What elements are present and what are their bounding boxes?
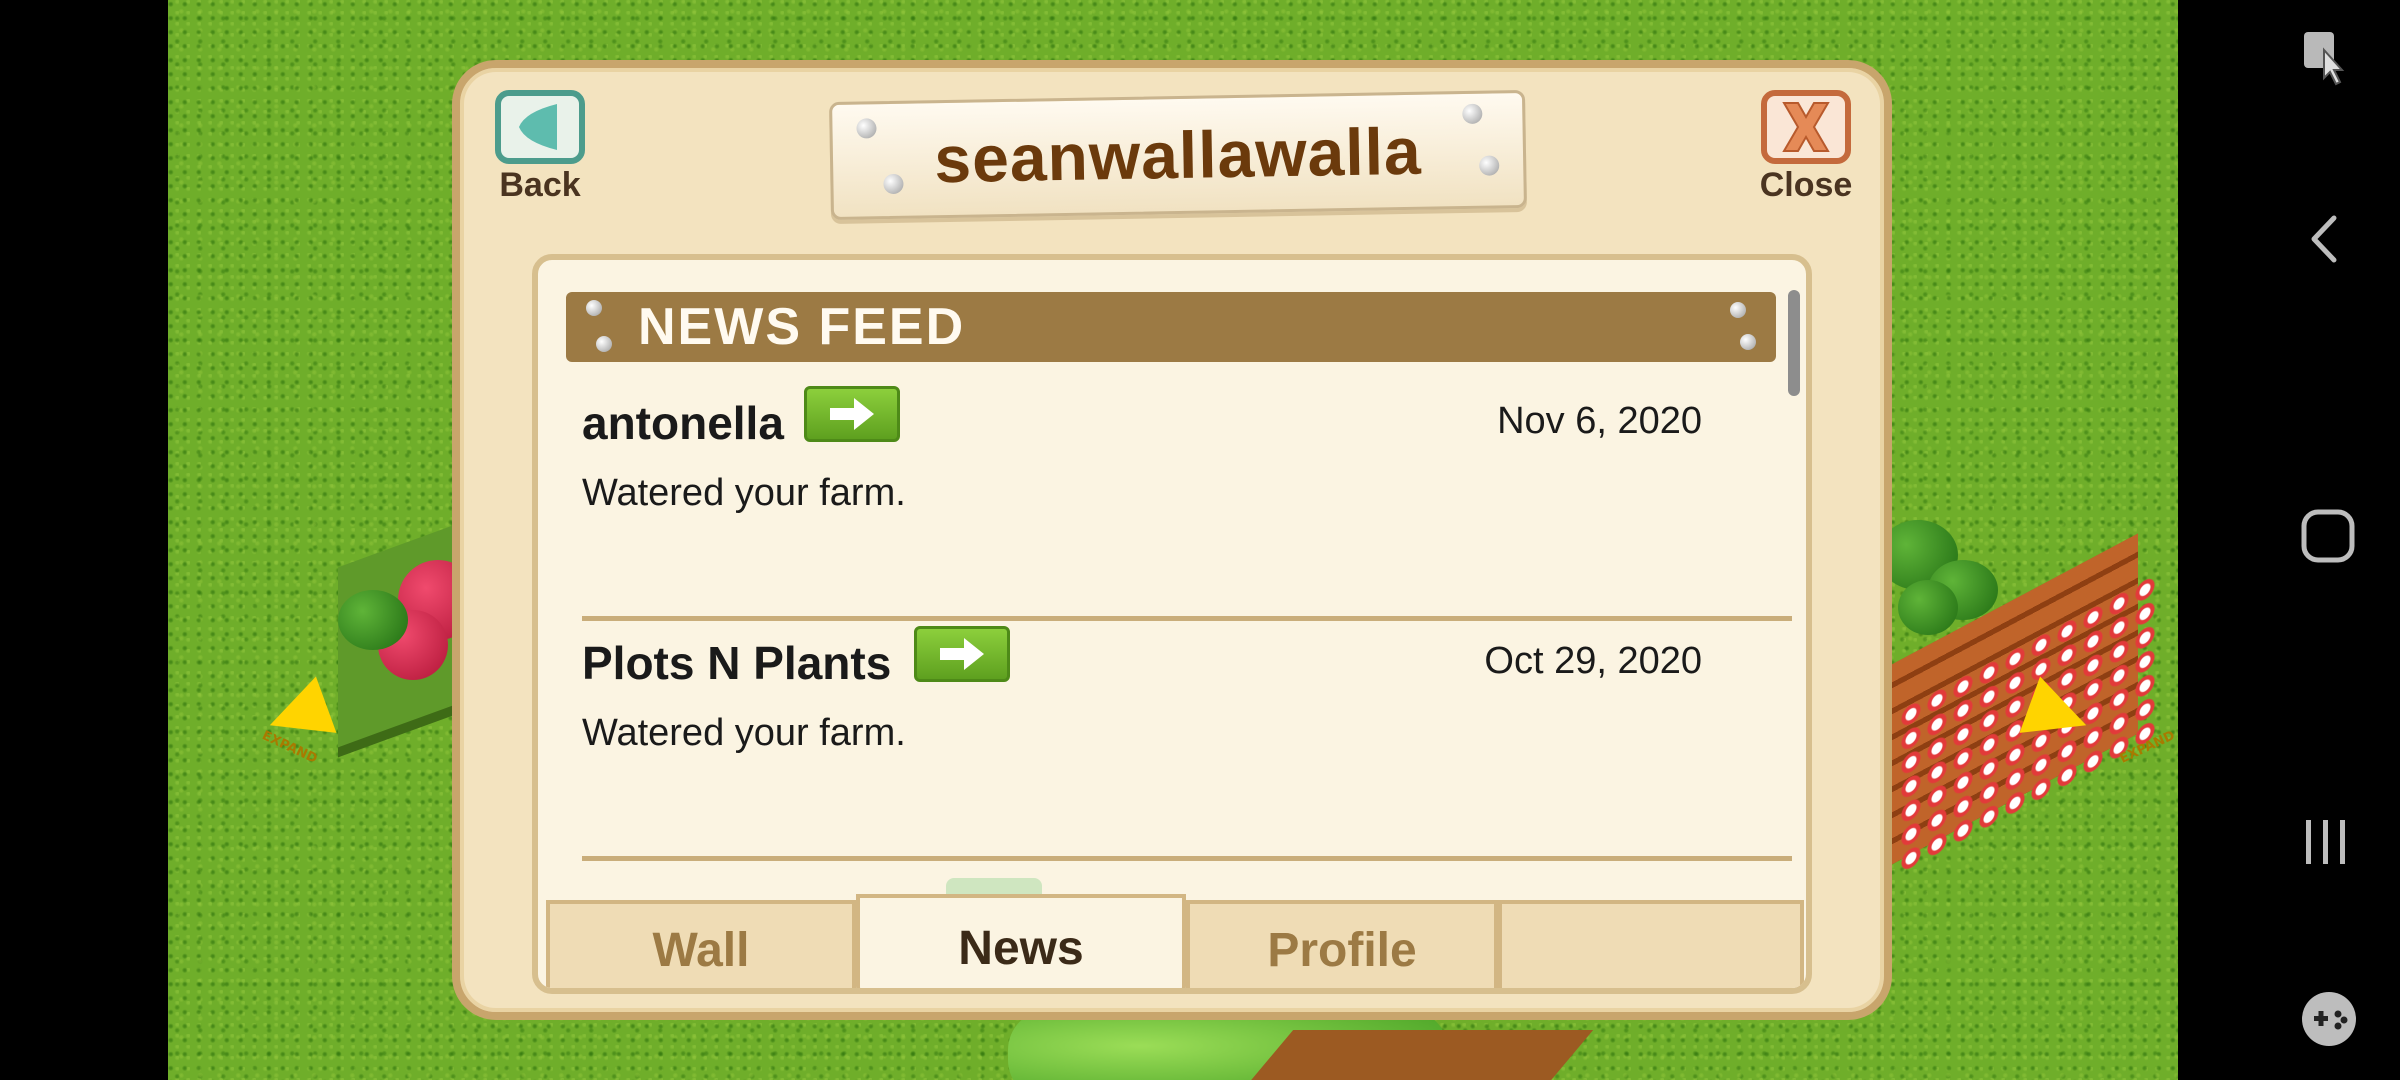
player-name-title: seanwallawalla (933, 113, 1423, 197)
right-arrow-icon (830, 398, 874, 430)
news-feed-banner: NEWS FEED (566, 292, 1776, 362)
close-x-icon[interactable] (1761, 90, 1851, 164)
nail-icon (856, 118, 877, 139)
tab-profile[interactable]: Profile (1186, 900, 1498, 988)
nail-icon (1479, 155, 1500, 176)
close-button[interactable]: Close (1756, 90, 1856, 205)
system-nav-bar (2178, 0, 2400, 1080)
feed-item-date: Nov 6, 2020 (1497, 400, 1702, 442)
back-button[interactable]: Back (490, 90, 590, 205)
feed-item-message: Watered your farm. (582, 472, 906, 514)
feed-item-name: Plots N Plants (582, 637, 892, 689)
right-arrow-icon (940, 638, 984, 670)
feed-item: antonella Nov 6, 2020 Watered your farm. (582, 376, 1792, 621)
feed-item-name: antonella (582, 397, 784, 449)
back-triangle-icon[interactable] (495, 90, 585, 164)
feed-item-message: Watered your farm. (582, 712, 906, 754)
visit-arrow-button[interactable] (914, 626, 1010, 682)
tab-news[interactable]: News (856, 894, 1186, 988)
nail-icon (1462, 103, 1483, 125)
title-plank: seanwallawalla (829, 89, 1527, 221)
nail-icon (596, 336, 612, 352)
nail-icon (1740, 334, 1756, 350)
screen-capture-icon[interactable] (2300, 28, 2352, 88)
green-tree (338, 590, 408, 650)
content-panel: NEWS FEED antonella Nov 6, 2020 Watered … (532, 254, 1812, 994)
recents-nav-icon[interactable] (2300, 816, 2352, 868)
nail-icon (1730, 302, 1746, 318)
tab-empty[interactable] (1498, 900, 1804, 988)
feed-item: Plots N Plants Oct 29, 2020 Watered your… (582, 616, 1792, 861)
home-nav-icon[interactable] (2300, 508, 2356, 564)
tab-wall[interactable]: Wall (546, 900, 856, 988)
tab-bar: Wall News Profile (546, 878, 1804, 988)
close-label: Close (1759, 166, 1853, 204)
visit-arrow-button[interactable] (804, 386, 900, 442)
back-label: Back (499, 166, 581, 204)
news-feed-heading: NEWS FEED (638, 298, 966, 356)
game-controller-icon[interactable] (2300, 990, 2358, 1048)
green-tree (1898, 580, 1958, 635)
neighbor-dialog: Back seanwallawalla Close NEWS FEED anto… (452, 60, 1892, 1020)
nail-icon (883, 173, 904, 195)
nail-icon (586, 300, 602, 316)
feed-item-date: Oct 29, 2020 (1484, 640, 1702, 682)
back-nav-icon[interactable] (2300, 212, 2348, 266)
dirt-plot (1242, 1030, 1594, 1080)
